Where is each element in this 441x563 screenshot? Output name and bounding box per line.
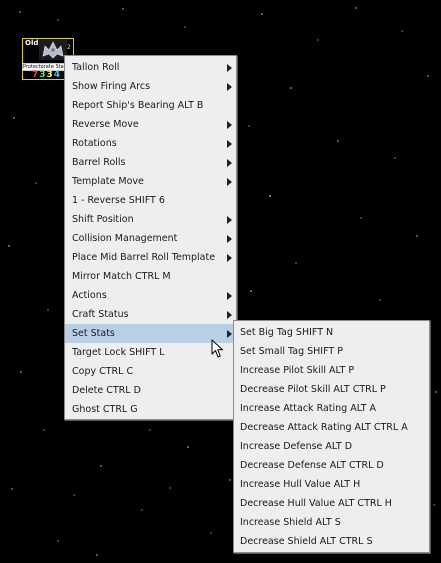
submenu-arrow-icon — [227, 216, 232, 224]
menu-item-report-bearing[interactable]: Report Ship's Bearing ALT B — [65, 96, 236, 115]
submenu-item-decrease-attack-rating[interactable]: Decrease Attack Rating ALT CTRL A — [234, 418, 429, 437]
menu-item-label: Ghost CTRL G — [72, 404, 138, 415]
menu-item-delete[interactable]: Delete CTRL D — [65, 381, 236, 400]
set-stats-submenu: Set Big Tag SHIFT N Set Small Tag SHIFT … — [233, 320, 430, 553]
menu-item-label: Actions — [72, 290, 107, 301]
submenu-arrow-icon — [227, 311, 232, 319]
menu-item-label: Target Lock SHIFT L — [72, 347, 165, 358]
menu-item-show-firing-arcs[interactable]: Show Firing Arcs — [65, 77, 236, 96]
submenu-arrow-icon — [227, 254, 232, 262]
submenu-item-increase-shield[interactable]: Increase Shield ALT S — [234, 513, 429, 532]
menu-item-label: Shift Position — [72, 214, 134, 225]
stat-hull: 4 — [53, 70, 62, 80]
submenu-arrow-icon — [227, 159, 232, 167]
stat-defense: 3 — [46, 70, 54, 80]
submenu-arrow-icon — [227, 64, 232, 72]
menu-item-rotations[interactable]: Rotations — [65, 134, 236, 153]
token-tag: Old — [25, 39, 39, 47]
stat-attack: 3 — [39, 70, 47, 80]
menu-item-actions[interactable]: Actions — [65, 286, 236, 305]
menu-item-label: Report Ship's Bearing ALT B — [72, 100, 204, 111]
submenu-item-set-big-tag[interactable]: Set Big Tag SHIFT N — [234, 323, 429, 342]
submenu-arrow-icon — [227, 330, 232, 338]
menu-item-label: Template Move — [72, 176, 144, 187]
menu-item-tallon-roll[interactable]: Tallon Roll — [65, 58, 236, 77]
submenu-item-increase-defense[interactable]: Increase Defense ALT D — [234, 437, 429, 456]
token-small-number: 2 — [67, 44, 71, 51]
menu-item-reverse-move[interactable]: Reverse Move — [65, 115, 236, 134]
submenu-item-increase-hull-value[interactable]: Increase Hull Value ALT H — [234, 475, 429, 494]
submenu-arrow-icon — [227, 235, 232, 243]
menu-item-collision-management[interactable]: Collision Management — [65, 229, 236, 248]
menu-item-shift-position[interactable]: Shift Position — [65, 210, 236, 229]
menu-item-label: Barrel Rolls — [72, 157, 126, 168]
context-menu: Tallon Roll Show Firing Arcs Report Ship… — [64, 55, 237, 420]
menu-item-craft-status[interactable]: Craft Status — [65, 305, 236, 324]
mouse-pointer-icon — [211, 339, 223, 358]
menu-item-mirror-match[interactable]: Mirror Match CTRL M — [65, 267, 236, 286]
menu-item-label: 1 - Reverse SHIFT 6 — [72, 195, 165, 206]
submenu-item-increase-attack-rating[interactable]: Increase Attack Rating ALT A — [234, 399, 429, 418]
submenu-arrow-icon — [227, 292, 232, 300]
menu-item-label: Reverse Move — [72, 119, 139, 130]
submenu-arrow-icon — [227, 178, 232, 186]
menu-item-label: Collision Management — [72, 233, 178, 244]
submenu-item-decrease-pilot-skill[interactable]: Decrease Pilot Skill ALT CTRL P — [234, 380, 429, 399]
submenu-item-decrease-hull-value[interactable]: Decrease Hull Value ALT CTRL H — [234, 494, 429, 513]
menu-item-label: Set Stats — [72, 328, 115, 339]
menu-item-barrel-rolls[interactable]: Barrel Rolls — [65, 153, 236, 172]
menu-item-copy[interactable]: Copy CTRL C — [65, 362, 236, 381]
menu-item-template-move[interactable]: Template Move — [65, 172, 236, 191]
menu-item-label: Mirror Match CTRL M — [72, 271, 171, 282]
submenu-arrow-icon — [227, 121, 232, 129]
menu-item-label: Show Firing Arcs — [72, 81, 151, 92]
token-stats: 7334 — [32, 70, 61, 80]
menu-item-label: Delete CTRL D — [72, 385, 141, 396]
menu-item-label: Rotations — [72, 138, 117, 149]
menu-item-place-mid-barrel-roll-template[interactable]: Place Mid Barrel Roll Template — [65, 248, 236, 267]
menu-item-label: Place Mid Barrel Roll Template — [72, 252, 216, 263]
submenu-arrow-icon — [227, 83, 232, 91]
submenu-item-set-small-tag[interactable]: Set Small Tag SHIFT P — [234, 342, 429, 361]
submenu-arrow-icon — [227, 140, 232, 148]
menu-item-label: Tallon Roll — [72, 62, 120, 73]
submenu-item-decrease-shield[interactable]: Decrease Shield ALT CTRL S — [234, 532, 429, 551]
starfighter-icon — [39, 40, 67, 60]
menu-item-reverse[interactable]: 1 - Reverse SHIFT 6 — [65, 191, 236, 210]
submenu-item-increase-pilot-skill[interactable]: Increase Pilot Skill ALT P — [234, 361, 429, 380]
menu-item-label: Copy CTRL C — [72, 366, 134, 377]
menu-item-label: Craft Status — [72, 309, 129, 320]
menu-item-ghost[interactable]: Ghost CTRL G — [65, 400, 236, 419]
submenu-item-decrease-defense[interactable]: Decrease Defense ALT CTRL D — [234, 456, 429, 475]
